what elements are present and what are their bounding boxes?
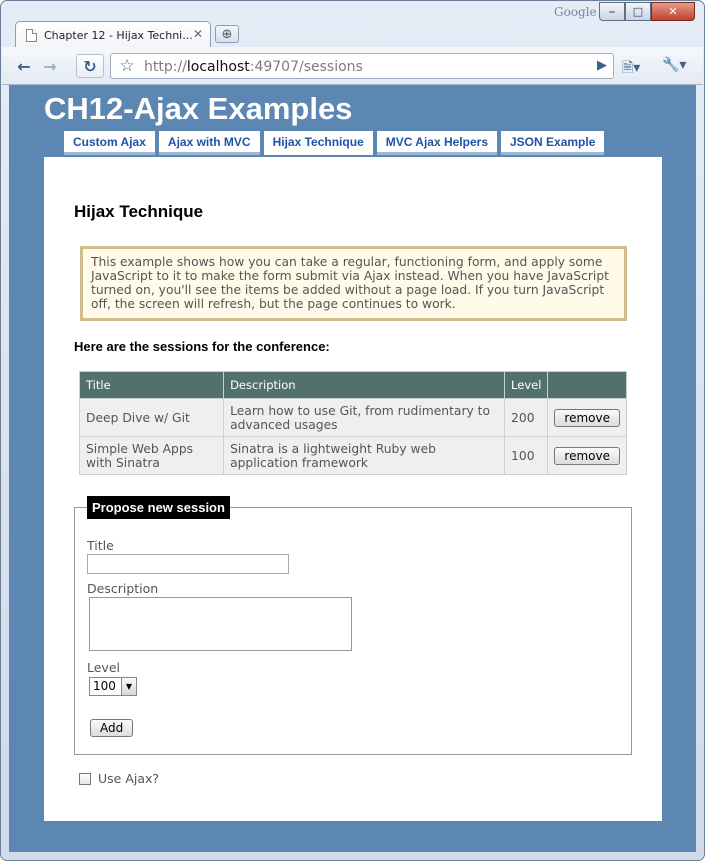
- url-path: :49707/sessions: [249, 59, 363, 75]
- page-menu-icon[interactable]: 🗎▾: [622, 57, 640, 81]
- browser-tab[interactable]: Chapter 12 - Hijax Techni... ✕: [15, 21, 211, 48]
- arrow-right-icon: →: [43, 56, 57, 76]
- menu-item-mvc-ajax-helpers[interactable]: MVC Ajax Helpers: [376, 131, 497, 155]
- browser-toolbar: ← → ↻ ☆ http://localhost:49707/sessions …: [2, 47, 703, 85]
- url-protocol: http://: [144, 59, 187, 75]
- description-textarea[interactable]: [89, 597, 352, 651]
- table-row: Simple Web Apps with Sinatra Sinatra is …: [78, 436, 627, 475]
- close-window-button[interactable]: ✕: [651, 2, 695, 21]
- propose-session-form: Propose new session Title Description Le…: [74, 496, 632, 755]
- description-label: Description: [87, 581, 159, 596]
- arrow-left-icon: ←: [17, 56, 31, 76]
- chevron-down-icon: ▼: [121, 678, 136, 695]
- browser-window: Google ⎯ □ ✕ Chapter 12 - Hijax Techni..…: [0, 0, 705, 861]
- url-text: http://localhost:49707/sessions: [144, 59, 363, 75]
- add-button[interactable]: Add: [90, 719, 134, 737]
- main-content: Hijax Technique This example shows how y…: [44, 157, 662, 821]
- level-label: Level: [87, 660, 120, 675]
- page-title: Hijax Technique: [74, 202, 204, 221]
- use-ajax-label: Use Ajax?: [98, 771, 160, 786]
- url-host: localhost: [186, 59, 250, 75]
- info-notice: This example shows how you can take a re…: [80, 246, 627, 321]
- column-header-level: Level: [504, 371, 549, 399]
- tab-title: Chapter 12 - Hijax Techni...: [44, 28, 193, 42]
- sessions-label: Here are the sessions for the conference…: [74, 339, 330, 354]
- level-selected-value: 100: [93, 679, 116, 693]
- title-label: Title: [87, 538, 114, 553]
- form-legend: Propose new session: [87, 496, 230, 519]
- reload-button[interactable]: ↻: [76, 54, 104, 78]
- column-header-description: Description: [223, 371, 506, 399]
- menu-item-ajax-with-mvc[interactable]: Ajax with MVC: [158, 131, 260, 155]
- browser-brand: Google: [554, 5, 597, 19]
- title-input[interactable]: [87, 554, 289, 574]
- star-icon[interactable]: ☆: [115, 54, 139, 78]
- forward-button[interactable]: →: [38, 54, 62, 78]
- column-header-actions: [547, 371, 627, 399]
- sessions-table: Title Description Level Deep Dive w/ Git…: [78, 371, 627, 475]
- session-title: Deep Dive w/ Git: [78, 398, 225, 437]
- page-icon: [26, 28, 37, 42]
- level-select[interactable]: 100 ▼: [89, 677, 137, 696]
- menu-item-json-example[interactable]: JSON Example: [501, 131, 605, 155]
- main-menu: Custom Ajax Ajax with MVC Hijax Techniqu…: [64, 131, 605, 155]
- use-ajax-checkbox[interactable]: [79, 772, 91, 785]
- column-header-title: Title: [78, 371, 225, 399]
- session-description: Learn how to use Git, from rudimentary t…: [223, 398, 506, 437]
- reload-icon: ↻: [83, 56, 97, 76]
- table-row: Deep Dive w/ Git Learn how to use Git, f…: [78, 398, 627, 437]
- maximize-icon: □: [632, 5, 644, 18]
- tab-close-icon[interactable]: ✕: [193, 27, 203, 41]
- minimize-button[interactable]: ⎯: [599, 2, 625, 21]
- address-bar[interactable]: ☆ http://localhost:49707/sessions ▶: [110, 53, 614, 79]
- session-title: Simple Web Apps with Sinatra: [78, 436, 225, 475]
- menu-item-hijax-technique[interactable]: Hijax Technique: [263, 131, 373, 155]
- use-ajax-option: Use Ajax?: [79, 771, 159, 786]
- maximize-button[interactable]: □: [625, 2, 651, 21]
- close-icon: ✕: [668, 5, 678, 18]
- remove-button[interactable]: remove: [554, 408, 620, 427]
- session-level: 200: [504, 398, 549, 437]
- minimize-icon: ⎯: [609, 4, 615, 18]
- session-description: Sinatra is a lightweight Ruby web applic…: [223, 436, 506, 475]
- go-icon[interactable]: ▶: [597, 58, 607, 73]
- table-header-row: Title Description Level: [78, 371, 627, 399]
- wrench-icon[interactable]: 🔧▾: [662, 57, 686, 73]
- session-actions: remove: [547, 436, 627, 475]
- back-button[interactable]: ←: [12, 54, 36, 78]
- window-controls: ⎯ □ ✕: [599, 2, 695, 21]
- session-actions: remove: [547, 398, 627, 437]
- remove-button[interactable]: remove: [554, 446, 620, 465]
- new-tab-button[interactable]: ⊕: [215, 25, 239, 43]
- plus-icon: ⊕: [221, 26, 233, 42]
- menu-item-custom-ajax[interactable]: Custom Ajax: [64, 131, 155, 155]
- session-level: 100: [504, 436, 549, 475]
- page-viewport: CH12-Ajax Examples Custom Ajax Ajax with…: [9, 85, 696, 852]
- site-title: CH12-Ajax Examples: [44, 91, 353, 126]
